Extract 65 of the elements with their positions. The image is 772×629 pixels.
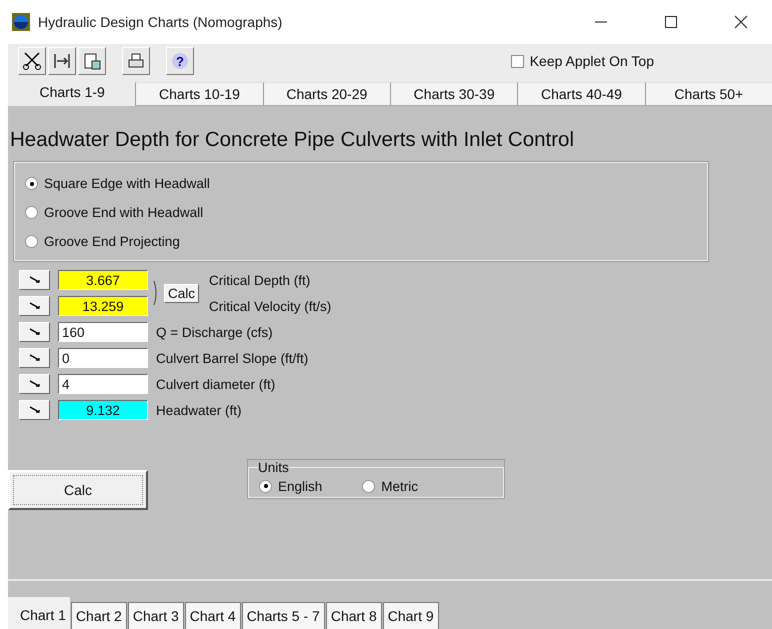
arrow-icon [28, 302, 40, 310]
tab[interactable]: Chart 8 [326, 602, 382, 629]
tab[interactable]: Charts 40-49 [517, 82, 645, 106]
arrow-button[interactable] [19, 400, 50, 420]
help-glyph: ? [176, 54, 184, 68]
help-button[interactable]: ? [166, 47, 194, 75]
output-field[interactable]: 3.667 [58, 270, 148, 290]
tab[interactable]: Chart 4 [184, 602, 241, 629]
radio-option[interactable]: Groove End Projecting [25, 231, 707, 252]
fit-button[interactable] [48, 47, 76, 75]
app-icon [12, 13, 30, 31]
radio-option[interactable]: English [259, 476, 322, 496]
arrow-icon [28, 328, 40, 336]
field-label: Q = Discharge (cfs) [156, 324, 273, 340]
scissors-icon [22, 51, 42, 71]
arrow-button[interactable] [19, 296, 50, 316]
print-button[interactable] [122, 47, 150, 75]
field-label: Culvert Barrel Slope (ft/ft) [156, 350, 308, 366]
radio-option[interactable]: Metric [362, 476, 418, 496]
input-field[interactable]: 0 [58, 348, 148, 368]
radio-label: Groove End Projecting [44, 234, 180, 249]
input-field[interactable]: 160 [58, 322, 148, 342]
field-label: Critical Velocity (ft/s) [209, 298, 332, 314]
radio-option[interactable]: Groove End with Headwall [25, 202, 707, 223]
maximize-icon [664, 15, 678, 29]
tab[interactable]: Charts 30-39 [390, 82, 518, 106]
arrow-button[interactable] [19, 270, 50, 290]
calc-button[interactable]: Calc [164, 284, 200, 302]
tab[interactable]: Chart 3 [128, 602, 184, 629]
radio-label: Groove End with Headwall [44, 205, 204, 220]
help-icon [170, 51, 190, 71]
window-title: Hydraulic Design Charts (Nomographs) [38, 14, 284, 30]
radio-label: Metric [381, 478, 418, 494]
tab[interactable]: Charts 20-29 [262, 82, 390, 106]
clipboard-icon [82, 51, 102, 71]
tab[interactable]: Charts 5 - 7 [242, 602, 325, 629]
field-label: Critical Depth (ft) [209, 272, 310, 288]
cut-button[interactable] [18, 47, 46, 75]
tab[interactable]: Chart 9 [382, 602, 439, 629]
tab[interactable]: Charts 10-19 [135, 82, 263, 106]
arrow-button[interactable] [19, 374, 50, 394]
arrow-icon [28, 276, 40, 284]
paste-button[interactable] [78, 47, 106, 75]
arrow-button[interactable] [19, 322, 50, 342]
radio-label: English [278, 478, 322, 494]
close-icon [734, 15, 748, 29]
input-field[interactable]: 4 [58, 374, 148, 394]
field-label: Headwater (ft) [156, 402, 242, 418]
chart-heading: Headwater Depth for Concrete Pipe Culverts with Inlet Control [9, 128, 576, 152]
tab[interactable]: Charts 50+ [644, 82, 772, 106]
arrow-icon [28, 406, 40, 414]
calc-button[interactable]: Calc [8, 470, 148, 510]
minimize-icon [595, 21, 607, 23]
arrow-icon [28, 354, 40, 362]
output-field[interactable]: 13.259 [58, 296, 148, 316]
input-field[interactable]: 9.132 [58, 400, 148, 420]
tab[interactable]: Chart 1 [8, 597, 70, 629]
group-title: Units [258, 460, 289, 475]
arrow-button[interactable] [19, 348, 50, 368]
tab[interactable]: Chart 2 [70, 602, 127, 629]
arrow-icon [28, 380, 40, 388]
field-label: Culvert diameter (ft) [156, 376, 276, 392]
radio-option[interactable]: Square Edge with Headwall [25, 173, 707, 194]
arrows-icon [52, 51, 72, 71]
radio-label: Square Edge with Headwall [44, 176, 210, 191]
